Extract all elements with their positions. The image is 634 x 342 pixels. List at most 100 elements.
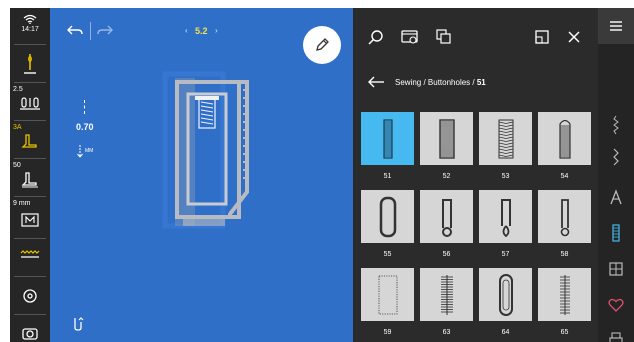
edit-button[interactable] [303, 26, 341, 64]
divider [14, 158, 46, 159]
sewing-app: 14:17 2.5 3A 50 9 mm ‹ 5.2 › 0.70 MM Sew… [10, 8, 634, 342]
clock-time: 14:17 [21, 26, 39, 33]
stitch-width-label: 2.5 [13, 86, 23, 93]
buttonhole-pattern-icon [498, 119, 513, 158]
camera-button[interactable] [10, 326, 50, 340]
foot-height-icon [21, 213, 39, 227]
breadcrumb-buttonholes[interactable]: Buttonholes [428, 78, 470, 87]
pattern-tile-64[interactable] [479, 268, 532, 321]
width-increase[interactable]: › [215, 26, 218, 35]
buttonhole-icon [612, 224, 620, 242]
copy-icon[interactable] [435, 28, 453, 46]
divider [14, 44, 46, 45]
pattern-tile-65[interactable] [538, 268, 591, 321]
length-arrow-icon [77, 145, 83, 158]
presser-foot-label: 3A [13, 124, 22, 131]
pencil-icon [316, 38, 329, 51]
pattern-tile-55[interactable] [361, 190, 414, 243]
redo-icon[interactable] [96, 24, 114, 38]
undo-icon[interactable] [66, 24, 84, 38]
pattern-tile-57[interactable] [479, 190, 532, 243]
pattern-number: 53 [501, 173, 510, 180]
buttonhole-pattern-icon [438, 118, 455, 159]
rail-favorites[interactable] [598, 290, 634, 320]
hamburger-icon [610, 21, 622, 31]
tension-label: 50 [13, 162, 21, 169]
rail-quilt-stitches[interactable] [598, 254, 634, 284]
stitch-width-button[interactable]: 2.5 [10, 86, 50, 116]
rail-buttonholes[interactable] [598, 218, 634, 248]
pattern-tile-52[interactable] [420, 112, 473, 165]
left-status-bar: 14:17 2.5 3A 50 9 mm [10, 8, 50, 342]
buttonhole-pattern-icon [498, 273, 513, 316]
pattern-number: 54 [560, 173, 569, 180]
needle-position-icon [20, 97, 40, 110]
length-unit-label: MM [85, 148, 94, 154]
needle-button[interactable] [10, 52, 50, 76]
heart-icon [608, 298, 624, 312]
quilt-icon [609, 262, 623, 276]
menu-button[interactable] [598, 8, 634, 44]
width-decrease[interactable]: ‹ [185, 26, 188, 35]
foot-height-button[interactable]: 9 mm [10, 200, 50, 232]
zigzag-stitch-icon [613, 148, 619, 166]
bobbin-button[interactable] [10, 288, 50, 304]
divider [14, 314, 46, 315]
alphabet-icon [610, 189, 622, 205]
buttonhole-pattern-icon [441, 198, 452, 237]
buttonhole-pattern-icon [382, 118, 393, 159]
pattern-panel: Sewing / Buttonholes / 51 51 52 53 54 55 56 57… [353, 8, 598, 342]
buttonhole-pattern-icon [378, 275, 397, 314]
breadcrumb-current: 51 [476, 77, 486, 87]
pattern-tile-59[interactable] [361, 268, 414, 321]
pattern-number: 65 [560, 329, 569, 336]
pattern-tile-51[interactable] [361, 112, 414, 165]
pattern-number: 52 [442, 173, 451, 180]
thread-tension-button[interactable]: 50 [10, 162, 50, 192]
foot-height-label: 9 mm [13, 200, 31, 207]
rail-personal-program[interactable] [598, 324, 634, 342]
wifi-icon [23, 14, 37, 24]
rail-decorative-stitches[interactable] [598, 142, 634, 172]
breadcrumb-separator: / [470, 77, 477, 87]
feed-dog-button[interactable] [10, 248, 50, 260]
pattern-number: 64 [501, 329, 510, 336]
rail-alphabets[interactable] [598, 182, 634, 212]
presser-foot-button[interactable]: 3A [10, 124, 50, 154]
pattern-number: 59 [383, 329, 392, 336]
category-rail [598, 8, 634, 342]
presser-foot-icon [21, 134, 37, 148]
needle-stop-icon[interactable] [72, 316, 84, 332]
pattern-number: 63 [442, 329, 451, 336]
divider [14, 120, 46, 121]
search-icon[interactable] [367, 28, 385, 46]
back-arrow-icon[interactable] [367, 76, 385, 88]
stitch-length-value[interactable]: 0.70 [76, 122, 94, 132]
divider [14, 82, 46, 83]
status-wifi-time: 14:17 [10, 14, 50, 34]
rail-utility-stitches[interactable] [598, 110, 634, 140]
window-mode-icon[interactable] [533, 28, 551, 46]
pattern-number: 56 [442, 251, 451, 258]
stitch-preview-area: ‹ 5.2 › 0.70 MM [50, 8, 353, 342]
stitch-width-value[interactable]: 5.2 [195, 26, 208, 36]
breadcrumb-separator: / [421, 77, 428, 87]
feed-dog-icon [20, 250, 40, 258]
buttonhole-pattern-icon [500, 198, 511, 237]
undo-redo-divider [90, 22, 91, 40]
pattern-tile-53[interactable] [479, 112, 532, 165]
pattern-number: 57 [501, 251, 510, 258]
camera-icon [22, 328, 38, 340]
breadcrumb-sewing[interactable]: Sewing [395, 78, 421, 87]
pattern-tile-56[interactable] [420, 190, 473, 243]
pattern-tile-58[interactable] [538, 190, 591, 243]
divider [14, 238, 46, 239]
printer-icon [609, 332, 623, 342]
needle-icon [24, 54, 36, 74]
pattern-tile-63[interactable] [420, 268, 473, 321]
pattern-tile-54[interactable] [538, 112, 591, 165]
close-icon[interactable] [565, 28, 583, 46]
screen-preview-icon[interactable] [401, 28, 419, 46]
pattern-number: 55 [383, 251, 392, 258]
buttonhole-pattern-icon [559, 274, 570, 315]
